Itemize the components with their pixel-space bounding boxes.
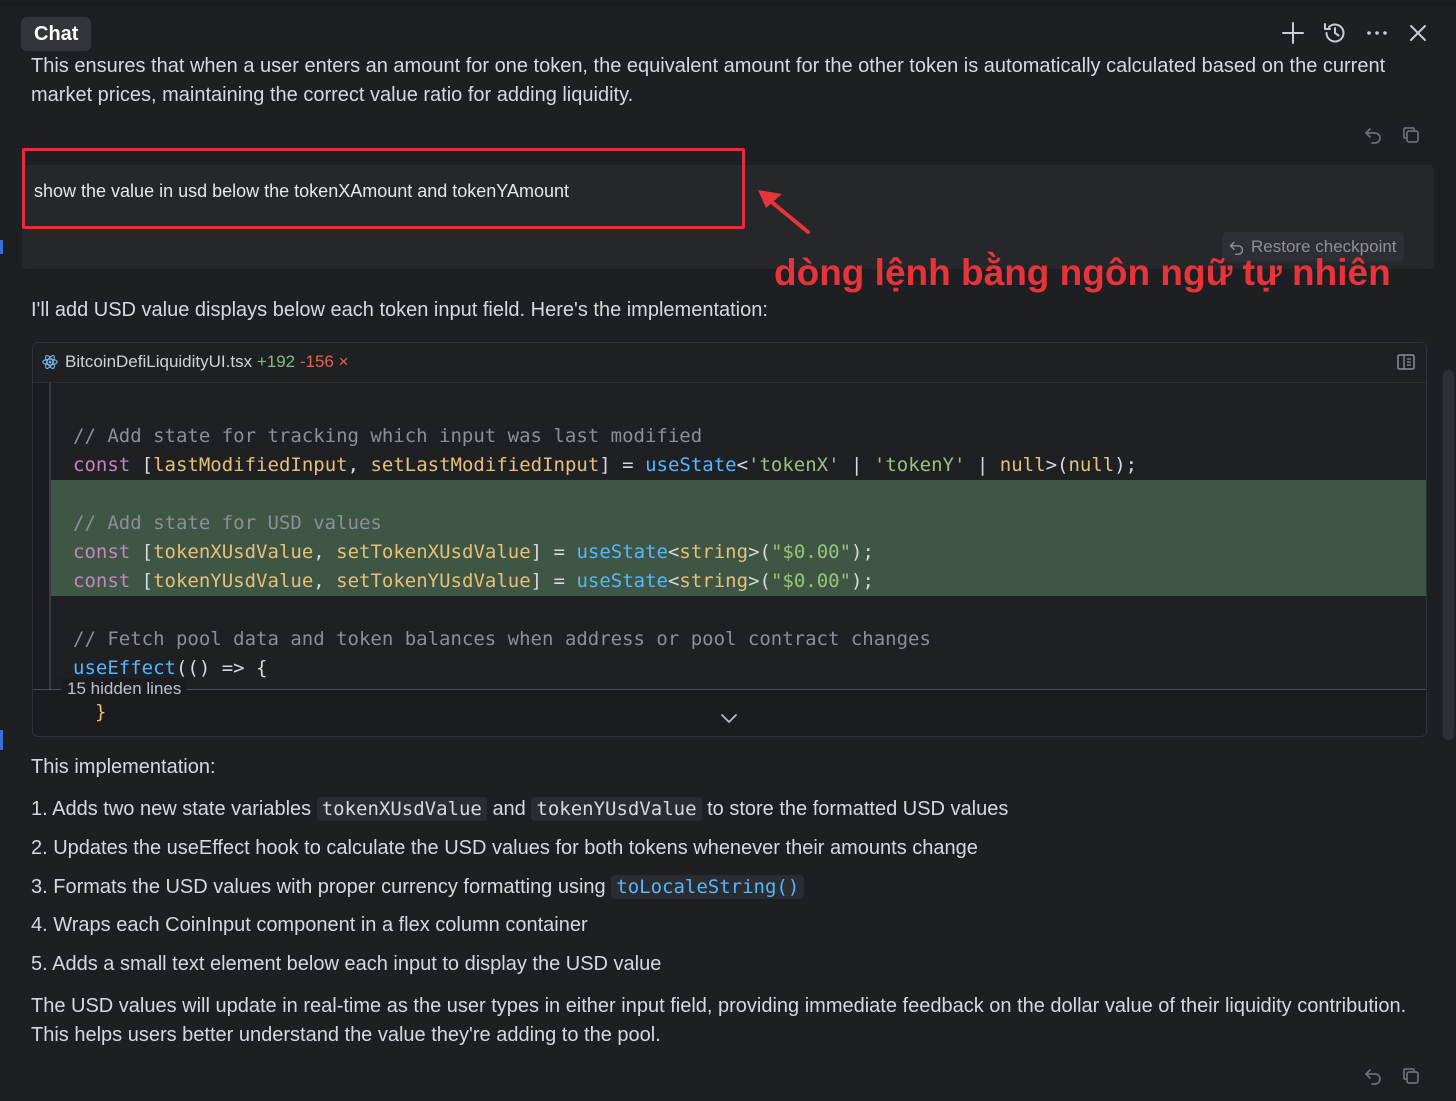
list-item-text: 1. Adds two new state variables [31, 798, 312, 820]
list-item-text: to store the formatted USD values [707, 798, 1009, 820]
list-item: 2. Updates the useEffect hook to calcula… [31, 837, 978, 859]
list-item-text: and [492, 798, 526, 820]
additions-count: +192 [256, 352, 296, 371]
react-file-icon [42, 355, 58, 369]
code-block-header: BitcoinDefiLiquidityUI.tsx +192 -156 × [33, 343, 1426, 383]
list-item: 5. Adds a small text element below each … [31, 953, 662, 975]
hidden-lines-divider [33, 689, 1426, 690]
code-lines: // Add state for tracking which input wa… [49, 383, 1426, 689]
list-item: 1. Adds two new state variables tokenXUs… [31, 794, 1008, 824]
code-line: } [95, 701, 107, 723]
code-line: const [lastModifiedInput, setLastModifie… [73, 454, 1138, 476]
previous-response-text: This ensures that when a user enters an … [31, 55, 1386, 106]
file-name-row[interactable]: BitcoinDefiLiquidityUI.tsx +192 -156 × [65, 351, 349, 373]
copy-icon[interactable] [1400, 124, 1422, 146]
reject-changes-button[interactable]: × [339, 352, 349, 371]
code-line: // Add state for USD values [73, 512, 382, 534]
inline-code: tokenYUsdValue [531, 797, 702, 821]
code-line: // Fetch pool data and token balances wh… [73, 628, 931, 650]
tab-chat[interactable]: Chat [21, 17, 92, 51]
plus-icon[interactable] [1280, 20, 1306, 46]
code-diff-block: BitcoinDefiLiquidityUI.tsx +192 -156 × /… [32, 342, 1427, 737]
highlight-box [22, 148, 745, 229]
inline-code: tokenXUsdValue [316, 797, 487, 821]
closing-paragraph: The USD values will update in real-time … [31, 995, 1407, 1046]
implementation-heading: This implementation: [31, 756, 216, 778]
scrollbar-thumb[interactable] [1443, 370, 1454, 740]
inline-code: toLocaleString() [611, 875, 805, 899]
list-item: 3. Formats the USD values with proper cu… [31, 872, 805, 902]
chevron-down-icon[interactable] [719, 711, 739, 727]
response-intro-text: I'll add USD value displays below each t… [31, 299, 768, 321]
left-edge-marker [0, 730, 3, 750]
hidden-lines-toggle[interactable]: 15 hidden lines [61, 678, 188, 700]
undo-icon[interactable] [1362, 124, 1384, 146]
more-icon[interactable] [1364, 20, 1390, 46]
code-line: const [tokenYUsdValue, setTokenYUsdValue… [73, 570, 874, 592]
code-line: const [tokenXUsdValue, setTokenXUsdValue… [73, 541, 874, 563]
code-line: // Add state for tracking which input wa… [73, 425, 703, 447]
list-item: 4. Wraps each CoinInput component in a f… [31, 914, 588, 936]
copy-icon[interactable] [1400, 1065, 1422, 1087]
list-item-text: 3. Formats the USD values with proper cu… [31, 876, 606, 898]
history-icon[interactable] [1322, 20, 1348, 46]
deletions-count: -156 [299, 352, 334, 371]
annotation-arrow-icon [758, 190, 810, 234]
left-edge-marker [0, 240, 3, 254]
code-line: useEffect(() => { [73, 657, 268, 679]
open-in-editor-icon[interactable] [1396, 352, 1416, 372]
annotation-label: dòng lệnh bằng ngôn ngữ tự nhiên [774, 252, 1391, 293]
chat-header: Chat [0, 6, 1456, 56]
close-icon[interactable] [1405, 20, 1431, 46]
file-name: BitcoinDefiLiquidityUI.tsx [65, 352, 253, 371]
undo-icon[interactable] [1362, 1065, 1384, 1087]
